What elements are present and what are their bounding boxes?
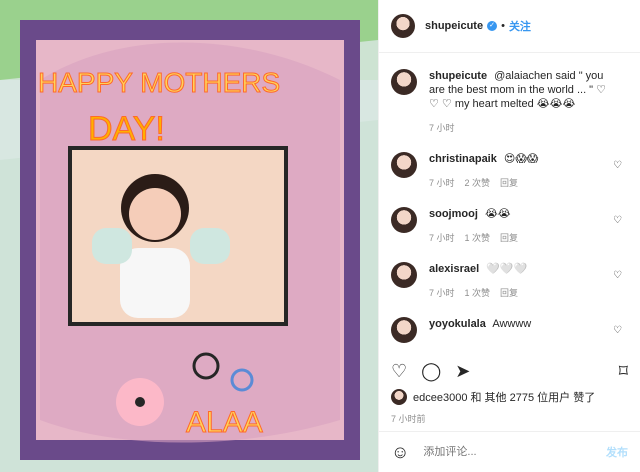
post-media: HAPPY MOTHERS DAY! ALAA <box>0 0 378 472</box>
caption-time: 7 小时 <box>429 123 455 133</box>
comment-item: christinapaik 😍😱😱 7 小时 2 次赞 回复 ♡ <box>391 152 628 190</box>
avatar[interactable] <box>391 207 417 233</box>
author-username[interactable]: shupeicute <box>425 20 483 32</box>
likes-summary[interactable]: edcee3000 和 其他 2775 位用户 赞了 <box>391 389 595 405</box>
comment-username[interactable]: yoyokulala <box>429 318 486 330</box>
comment-meta: 7 小时 1 次赞 回复 <box>429 231 609 245</box>
comment-item: alexisrael 🤍🤍🤍 7 小时 1 次赞 回复 ♡ <box>391 262 628 300</box>
comment-username[interactable]: soojmooj <box>429 208 478 220</box>
comment-composer: ☺ 发布 <box>379 431 640 472</box>
comment-icon[interactable]: ◯ <box>421 361 441 382</box>
post-comment-button[interactable]: 发布 <box>606 444 628 460</box>
verified-badge-icon: ✓ <box>487 21 498 31</box>
post-side-panel: shupeicute ✓ • 关注 shupeicute @alaiachen … <box>378 0 640 472</box>
post-actions: ♡ ◯ ➤ ⌑ <box>391 356 628 386</box>
avatar[interactable] <box>391 69 417 95</box>
caption-meta: 7 小时 <box>429 121 609 135</box>
heart-icon[interactable]: ♡ <box>613 160 622 171</box>
card-title-line1: HAPPY MOTHERS <box>38 67 280 98</box>
avatar[interactable] <box>391 262 417 288</box>
comment-body: 🤍🤍🤍 <box>486 263 528 275</box>
comment-body: 😍😱😱 <box>503 153 539 165</box>
separator-dot: • <box>501 20 505 32</box>
caption-item: shupeicute @alaiachen said " you are the… <box>391 69 628 135</box>
comment-body: Awwww <box>492 318 532 330</box>
comment-reply[interactable]: 回复 <box>500 176 518 190</box>
avatar[interactable] <box>391 152 417 178</box>
share-icon[interactable]: ➤ <box>455 361 470 382</box>
caption-text: shupeicute @alaiachen said " you are the… <box>429 69 609 135</box>
comment-likes[interactable]: 2 次赞 <box>465 176 491 190</box>
post-header: shupeicute ✓ • 关注 <box>379 0 640 53</box>
post-time: 7 小时前 <box>391 414 426 424</box>
comment-text: alexisrael 🤍🤍🤍 7 小时 1 次赞 回复 <box>429 262 609 300</box>
post-image: HAPPY MOTHERS DAY! ALAA <box>0 0 378 472</box>
comment-time: 7 小时 <box>429 233 455 243</box>
comment-time: 7 小时 <box>429 288 455 298</box>
comment-meta: 7 小时 1 次赞 回复 <box>429 286 609 300</box>
comment-reply[interactable]: 回复 <box>500 231 518 245</box>
comment-time: 7 小时 <box>429 178 455 188</box>
comment-username[interactable]: alexisrael <box>429 263 479 275</box>
comment-meta: 7 小时 2 次赞 回复 <box>429 176 609 190</box>
card-title-line2: DAY! <box>88 110 165 148</box>
comment-likes[interactable]: 1 次赞 <box>465 231 491 245</box>
comment-likes[interactable]: 1 次赞 <box>465 286 491 300</box>
save-icon[interactable]: ⌑ <box>619 361 628 382</box>
avatar[interactable] <box>391 317 417 343</box>
caption-username[interactable]: shupeicute <box>429 70 487 82</box>
instagram-post-view: HAPPY MOTHERS DAY! ALAA shupeicute ✓ • 关… <box>0 0 640 472</box>
heart-icon[interactable]: ♡ <box>613 325 622 336</box>
avatar[interactable] <box>391 14 415 38</box>
emoji-icon[interactable]: ☺ <box>391 442 409 463</box>
comment-text: christinapaik 😍😱😱 7 小时 2 次赞 回复 <box>429 152 609 190</box>
name-on-card: ALAA <box>186 406 263 439</box>
comment-username[interactable]: christinapaik <box>429 153 497 165</box>
heart-icon[interactable]: ♡ <box>613 270 622 281</box>
comment-body: 😭😭 <box>484 208 511 220</box>
likes-text[interactable]: edcee3000 和 其他 2775 位用户 赞了 <box>413 389 595 405</box>
comment-text: soojmooj 😭😭 7 小时 1 次赞 回复 <box>429 207 609 245</box>
comments-list: shupeicute @alaiachen said " you are the… <box>379 53 640 367</box>
comment-reply[interactable]: 回复 <box>500 286 518 300</box>
comment-text: yoyokulala Awwww <box>429 317 609 331</box>
like-icon[interactable]: ♡ <box>391 361 407 382</box>
comment-item: soojmooj 😭😭 7 小时 1 次赞 回复 ♡ <box>391 207 628 245</box>
comment-item: yoyokulala Awwww ♡ <box>391 317 628 343</box>
follow-button[interactable]: 关注 <box>509 18 531 34</box>
comment-input[interactable] <box>421 445 606 459</box>
avatar <box>391 389 407 405</box>
heart-icon[interactable]: ♡ <box>613 215 622 226</box>
